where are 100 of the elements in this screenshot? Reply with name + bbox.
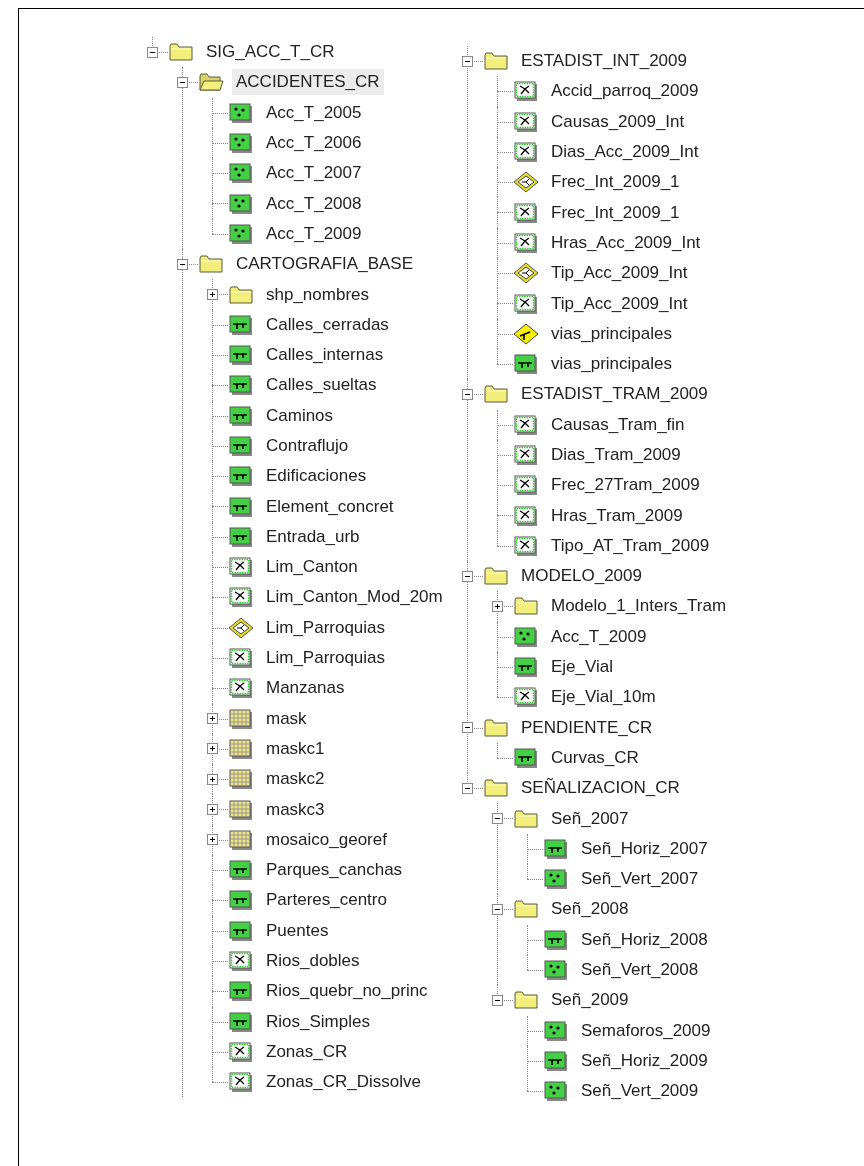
tree-item-label[interactable]: Contraflujo	[262, 433, 353, 459]
tree-item-label[interactable]: Señ_2007	[547, 805, 633, 832]
tree-item-label[interactable]: PENDIENTE_CR	[517, 714, 657, 741]
tree-item-label[interactable]: Curvas_CR	[547, 744, 643, 771]
tree-item-label[interactable]: vias_principales	[547, 320, 676, 347]
tree-item-label[interactable]: Acc_T_2005	[262, 99, 366, 126]
tree-item-label[interactable]: Señ_Horiz_2007	[577, 835, 712, 862]
collapse-icon[interactable]	[177, 76, 188, 88]
polygon-feature-icon	[228, 647, 254, 670]
tree-item-label[interactable]: Eje_Vial	[547, 654, 618, 681]
tree-item-label[interactable]: Acc_T_2008	[262, 190, 366, 217]
tree-item-label[interactable]: Tip_Acc_2009_Int	[547, 290, 692, 317]
line-feature-icon	[228, 344, 254, 367]
tree-item-label[interactable]: Tip_Acc_2009_Int	[547, 260, 692, 287]
tree-item-label[interactable]: Zonas_CR_Dissolve	[262, 1069, 425, 1096]
collapse-icon[interactable]	[492, 813, 503, 825]
tree-item-label[interactable]: Frec_Int_2009_1	[547, 199, 684, 226]
tree-item-label[interactable]: Rios_dobles	[262, 948, 364, 975]
tree-item-label[interactable]: ESTADIST_TRAM_2009	[517, 381, 712, 408]
tree-item-label[interactable]: Acc_T_2009	[547, 623, 651, 650]
tree-item-label[interactable]: Caminos	[262, 402, 338, 429]
tree-item-label[interactable]: maskc1	[262, 735, 329, 762]
tree-item-label[interactable]: Calles_internas	[262, 342, 388, 369]
tree-item-label[interactable]: CARTOGRAFIA_BASE	[232, 251, 417, 278]
tree-item-label[interactable]: Señ_Horiz_2008	[577, 926, 712, 953]
collapse-icon[interactable]	[462, 55, 473, 67]
tree-item-label[interactable]: vias_principales	[547, 351, 676, 378]
tree-item-label[interactable]: Edificaciones	[262, 463, 371, 490]
tree-item-label[interactable]: shp_nombres	[262, 281, 373, 308]
tree-item-label[interactable]: Tipo_AT_Tram_2009	[547, 532, 714, 559]
expand-icon[interactable]	[207, 834, 218, 846]
line-feature-icon	[228, 919, 254, 942]
tree-item-label[interactable]: Hras_Acc_2009_Int	[547, 229, 705, 256]
point-feature-icon	[228, 222, 254, 245]
tree-item-label[interactable]: Rios_quebr_no_princ	[262, 978, 432, 1005]
tree-item-label[interactable]: Acc_T_2006	[262, 130, 366, 157]
tree-item-label[interactable]: mosaico_georef	[262, 826, 391, 853]
collapse-icon[interactable]	[462, 722, 473, 734]
line-feature-icon	[228, 374, 254, 397]
tree-item-label[interactable]: Parques_canchas	[262, 857, 407, 884]
polygon-feature-icon	[513, 110, 539, 133]
tree-item-label[interactable]: Lim_Parroquias	[262, 614, 390, 641]
tree-item-label[interactable]: SIG_ACC_T_CR	[202, 39, 339, 66]
collapse-icon[interactable]	[492, 994, 503, 1006]
expand-icon[interactable]	[207, 743, 218, 755]
tree-item-label[interactable]: Señ_Horiz_2009	[577, 1047, 712, 1074]
collapse-icon[interactable]	[462, 388, 473, 400]
tree-item-label[interactable]: Causas_2009_Int	[547, 108, 689, 135]
tree-item-label[interactable]: Señ_Vert_2008	[577, 957, 703, 984]
tree-item-label[interactable]: Lim_Canton_Mod_20m	[262, 584, 447, 611]
tree-item-label[interactable]: Puentes	[262, 917, 333, 944]
tree-item-label[interactable]: Dias_Acc_2009_Int	[547, 139, 703, 166]
tree-item-label[interactable]: Calles_sueltas	[262, 372, 381, 399]
collapse-icon[interactable]	[492, 903, 503, 915]
expand-icon[interactable]	[207, 289, 218, 300]
expand-icon[interactable]	[207, 804, 218, 816]
collapse-icon[interactable]	[147, 46, 158, 58]
tree-item-label[interactable]: Calles_cerradas	[262, 311, 393, 338]
tree-item-label[interactable]: Dias_Tram_2009	[547, 442, 685, 468]
polygon-feature-icon	[228, 1040, 254, 1063]
tree-item-label[interactable]: MODELO_2009	[517, 563, 646, 590]
tree-item-label[interactable]: Rios_Simples	[262, 1008, 374, 1035]
tree-item-label[interactable]: ACCIDENTES_CR	[232, 69, 384, 96]
folder-icon	[513, 807, 539, 830]
tree-item-label[interactable]: Modelo_1_Inters_Tram	[547, 593, 731, 620]
tree-item-label[interactable]: Accid_parroq_2009	[547, 78, 703, 105]
folder-icon	[483, 565, 509, 588]
tree-item-label[interactable]: ESTADIST_INT_2009	[517, 48, 691, 75]
tree-item-label[interactable]: Hras_Tram_2009	[547, 502, 687, 529]
tree-item-label[interactable]: Frec_Int_2009_1	[547, 169, 684, 196]
polygon-feature-icon	[228, 1071, 254, 1094]
tree-item-label[interactable]: Zonas_CR	[262, 1038, 352, 1065]
tree-item-label[interactable]: Entrada_urb	[262, 523, 364, 550]
tree-item-label[interactable]: Señ_Vert_2007	[577, 866, 703, 893]
tree-item-label[interactable]: maskc3	[262, 796, 329, 823]
tree-item-label[interactable]: Acc_T_2009	[262, 220, 366, 247]
tree-item-label[interactable]: Señ_2009	[547, 987, 633, 1014]
tree-item-label[interactable]: Semaforos_2009	[577, 1017, 715, 1044]
collapse-icon[interactable]	[462, 570, 473, 582]
tree-item-label[interactable]: Causas_Tram_fin	[547, 411, 689, 438]
tree-item-label[interactable]: maskc2	[262, 766, 329, 793]
collapse-icon[interactable]	[462, 782, 473, 794]
expand-icon[interactable]	[207, 713, 218, 725]
tree-item-label[interactable]: Element_concret	[262, 493, 398, 520]
folder-icon	[513, 989, 539, 1012]
tree-item-label[interactable]: Acc_T_2007	[262, 160, 366, 187]
tree-item-label[interactable]: Lim_Canton	[262, 554, 362, 581]
tree-item-label[interactable]: Lim_Parroquias	[262, 645, 390, 672]
expand-icon[interactable]	[207, 773, 218, 785]
tree-item-label[interactable]: Parteres_centro	[262, 887, 391, 914]
tree-item-label[interactable]: mask	[262, 705, 311, 732]
line-feature-icon	[228, 525, 254, 548]
tree-item-label[interactable]: Señ_Vert_2009	[577, 1078, 703, 1105]
tree-item-label[interactable]: Frec_27Tram_2009	[547, 472, 704, 499]
tree-item-label[interactable]: Eje_Vial_10m	[547, 684, 660, 711]
tree-item-label[interactable]: SEÑALIZACION_CR	[517, 775, 684, 802]
expand-icon[interactable]	[492, 601, 503, 612]
collapse-icon[interactable]	[177, 258, 188, 270]
tree-item-label[interactable]: Manzanas	[262, 675, 349, 702]
tree-item-label[interactable]: Señ_2008	[547, 896, 633, 923]
